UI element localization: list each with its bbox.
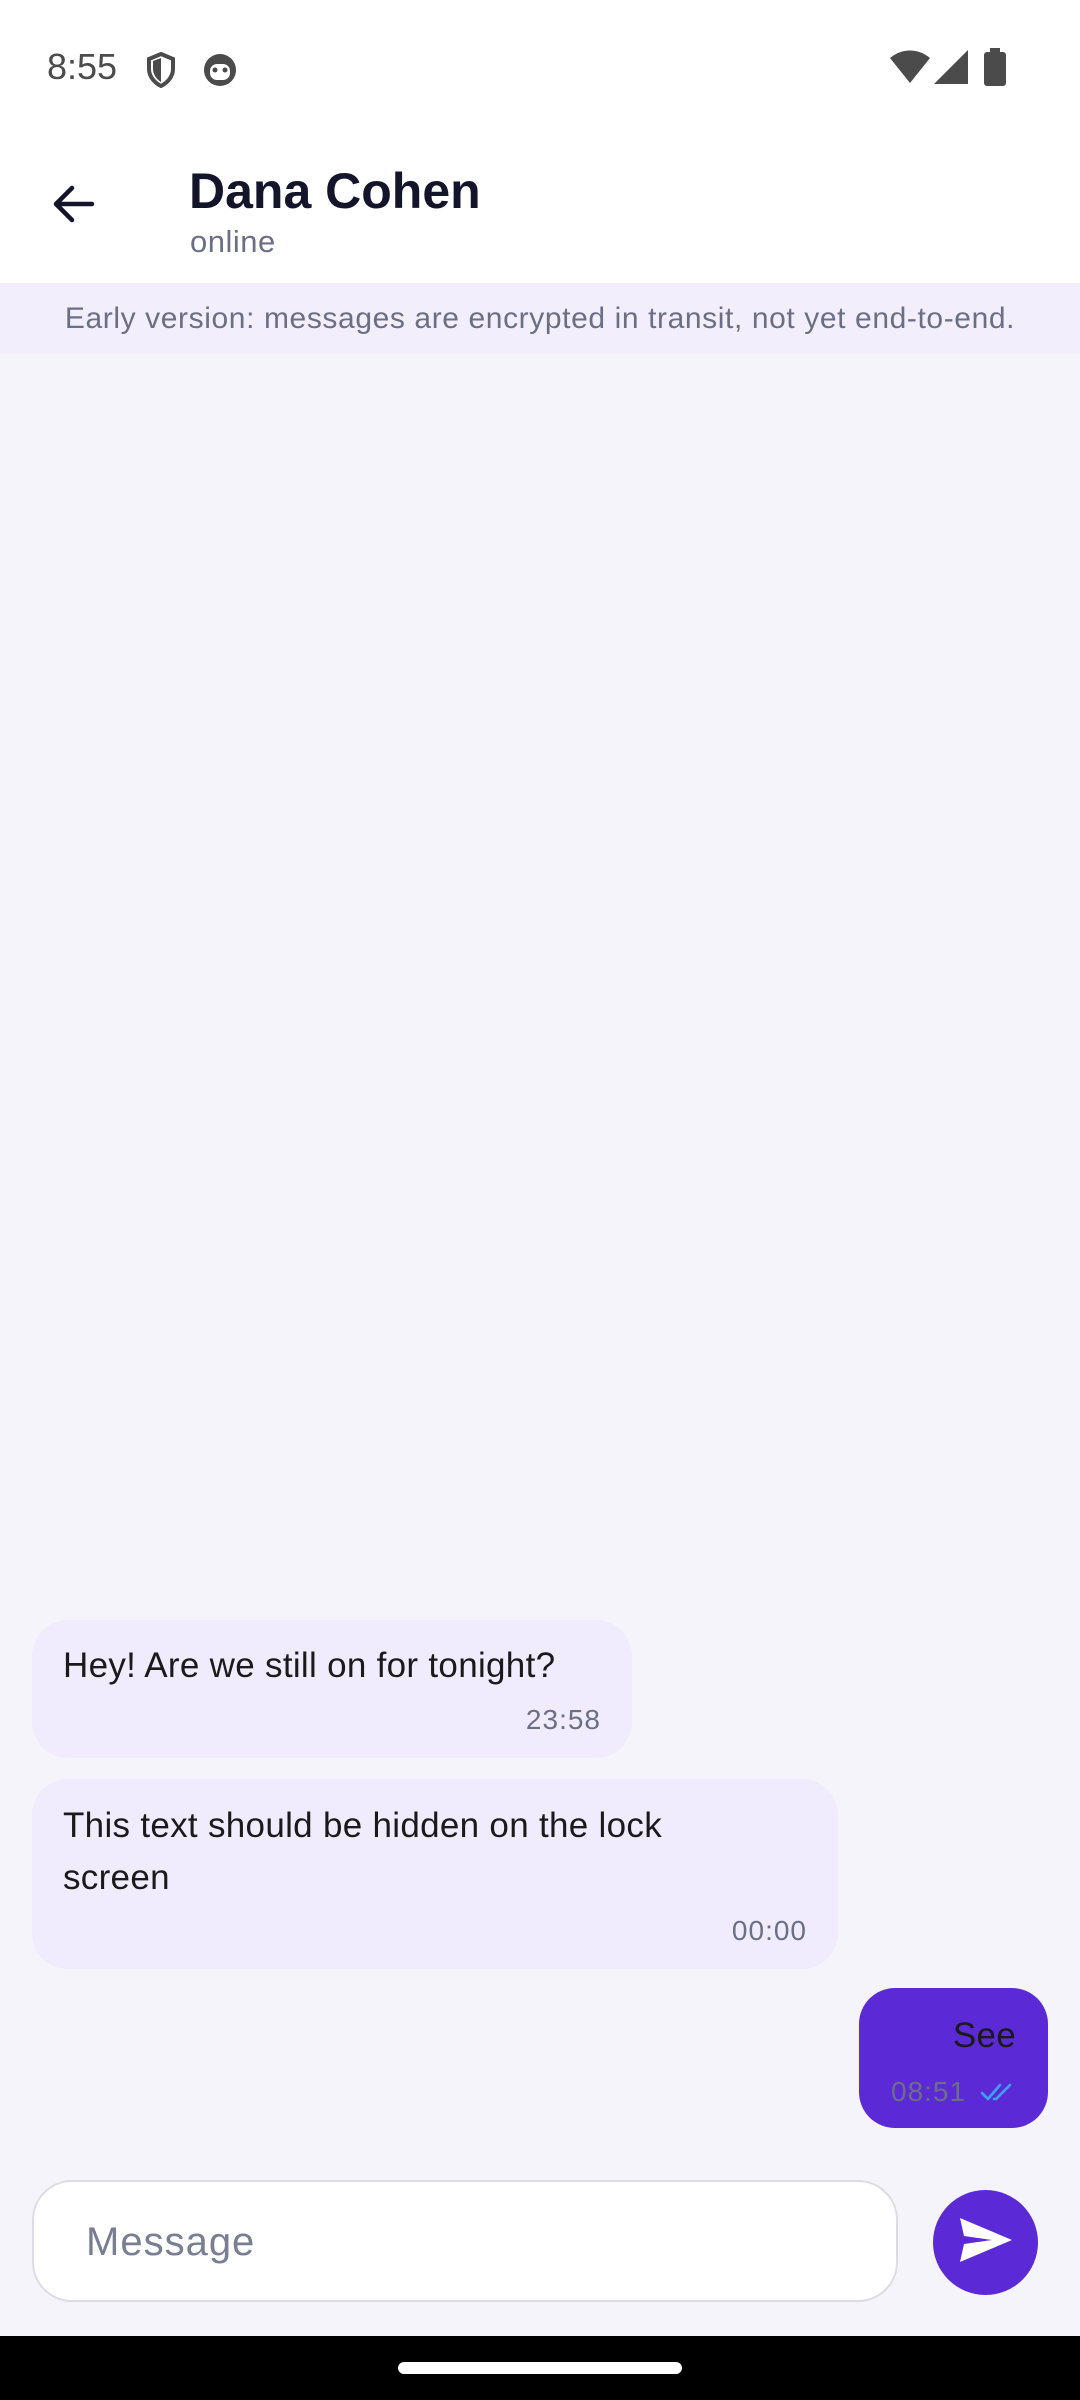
message-time: 08:51 — [891, 2076, 967, 2107]
message-input[interactable] — [84, 2182, 868, 2302]
battery-icon — [984, 48, 1006, 91]
smiley-icon — [202, 52, 238, 93]
incoming-message[interactable]: Hey! Are we still on for tonight? 23:58 — [32, 1620, 632, 1758]
message-list[interactable]: Hey! Are we still on for tonight? 23:58 … — [0, 354, 1080, 2336]
contact-name[interactable]: Dana Cohen — [189, 162, 481, 220]
wifi-icon — [890, 50, 930, 89]
encryption-banner-text: Early version: messages are encrypted in… — [64, 301, 1016, 335]
send-button[interactable] — [933, 2190, 1038, 2295]
app-bar: Dana Cohen online — [0, 138, 1080, 283]
send-icon — [958, 2216, 1014, 2269]
system-navigation-bar — [0, 2336, 1080, 2400]
shield-icon — [146, 51, 176, 93]
incoming-message[interactable]: This text should be hidden on the lock s… — [32, 1779, 838, 1969]
outgoing-message[interactable]: See 08:51 — [859, 1988, 1048, 2128]
contact-status: online — [190, 224, 276, 259]
message-time: 23:58 — [525, 1704, 601, 1735]
status-time: 8:55 — [47, 46, 118, 87]
back-button[interactable] — [38, 170, 110, 242]
double-check-icon — [980, 2080, 1016, 2109]
encryption-banner: Early version: messages are encrypted in… — [0, 283, 1080, 354]
message-text: Hey! Are we still on for tonight? — [63, 1646, 556, 1685]
message-text: See — [952, 2016, 1016, 2055]
message-composer[interactable] — [32, 2180, 898, 2302]
signal-icon — [934, 50, 968, 89]
message-text: This text should be hidden on the lock s… — [63, 1806, 662, 1897]
home-gesture-handle[interactable] — [398, 2362, 682, 2374]
message-time: 00:00 — [731, 1915, 807, 1946]
arrow-left-icon — [50, 180, 98, 233]
status-bar: 8:55 — [0, 0, 1080, 138]
